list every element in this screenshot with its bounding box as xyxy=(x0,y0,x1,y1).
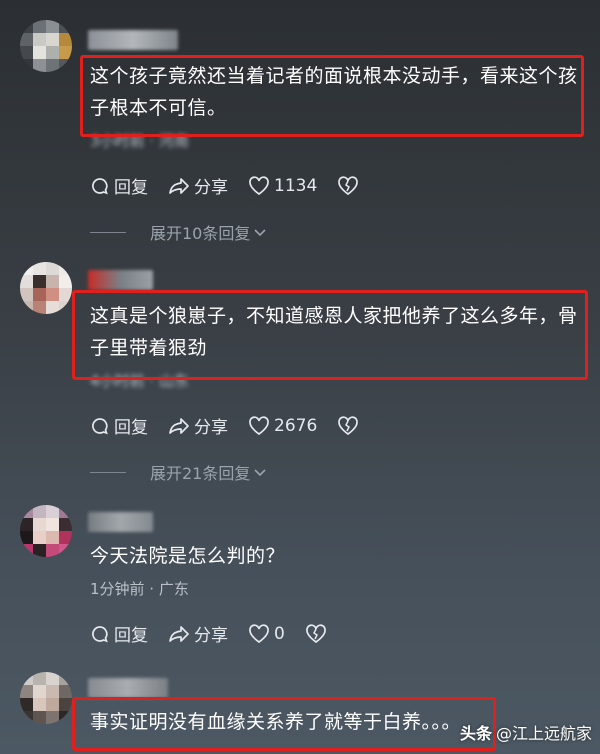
dislike-button[interactable] xyxy=(337,415,363,436)
share-icon xyxy=(169,177,189,194)
avatar[interactable] xyxy=(20,505,72,557)
like-count: 1134 xyxy=(274,175,318,196)
reply-label: 回复 xyxy=(114,418,148,438)
share-label: 分享 xyxy=(194,418,228,438)
watermark-logo: 头条 xyxy=(459,724,492,743)
reply-label: 回复 xyxy=(114,626,148,646)
avatar[interactable] xyxy=(20,672,72,724)
like-button[interactable]: 2676 xyxy=(248,416,317,436)
like-button[interactable]: 1134 xyxy=(248,176,317,196)
divider xyxy=(90,231,126,233)
divider xyxy=(90,471,126,473)
reply-icon xyxy=(92,417,108,434)
chevron-down-icon xyxy=(254,469,266,477)
share-icon xyxy=(169,417,189,434)
dislike-button[interactable] xyxy=(305,623,331,644)
share-button[interactable]: 分享 xyxy=(168,413,228,438)
comment-text: 今天法院是怎么判的？ xyxy=(90,545,286,567)
reply-label: 回复 xyxy=(114,178,148,198)
chevron-down-icon xyxy=(254,229,266,237)
comment-actions: 回复 分享 2676 xyxy=(90,413,383,438)
comment-meta: 1分钟前 · 广东 xyxy=(90,580,189,598)
share-button[interactable]: 分享 xyxy=(168,621,228,646)
highlight-box xyxy=(80,55,584,137)
username-obscured[interactable] xyxy=(88,30,178,50)
like-count: 0 xyxy=(274,623,285,644)
heart-icon xyxy=(249,415,269,435)
watermark-handle: @江上远航家 xyxy=(495,724,592,743)
broken-heart-icon xyxy=(338,175,359,195)
heart-icon xyxy=(249,623,269,643)
like-count: 2676 xyxy=(274,415,318,436)
highlight-box xyxy=(72,290,588,380)
reply-icon xyxy=(92,625,108,642)
username-obscured[interactable] xyxy=(88,270,153,290)
dislike-button[interactable] xyxy=(337,175,363,196)
share-label: 分享 xyxy=(194,626,228,646)
broken-heart-icon xyxy=(305,623,326,643)
reply-button[interactable]: 回复 xyxy=(90,621,148,646)
username-obscured[interactable] xyxy=(88,512,153,532)
expand-replies-label: 展开21条回复 xyxy=(150,464,251,483)
reply-button[interactable]: 回复 xyxy=(90,413,148,438)
username-obscured[interactable] xyxy=(88,678,168,698)
share-label: 分享 xyxy=(194,178,228,198)
broken-heart-icon xyxy=(338,415,359,435)
expand-replies-label: 展开10条回复 xyxy=(150,224,251,243)
avatar[interactable] xyxy=(20,262,72,314)
like-button[interactable]: 0 xyxy=(248,624,285,644)
comment-actions: 回复 分享 0 xyxy=(90,621,351,646)
share-icon xyxy=(169,625,189,642)
comment-actions: 回复 分享 1134 xyxy=(90,173,383,198)
expand-replies-button[interactable]: 展开10条回复 xyxy=(90,220,268,244)
expand-replies-button[interactable]: 展开21条回复 xyxy=(90,460,268,484)
watermark: 头条 @江上远航家 xyxy=(460,720,592,744)
highlight-box xyxy=(72,697,496,751)
reply-button[interactable]: 回复 xyxy=(90,173,148,198)
share-button[interactable]: 分享 xyxy=(168,173,228,198)
avatar[interactable] xyxy=(20,20,72,72)
reply-icon xyxy=(92,177,108,194)
heart-icon xyxy=(249,175,269,195)
